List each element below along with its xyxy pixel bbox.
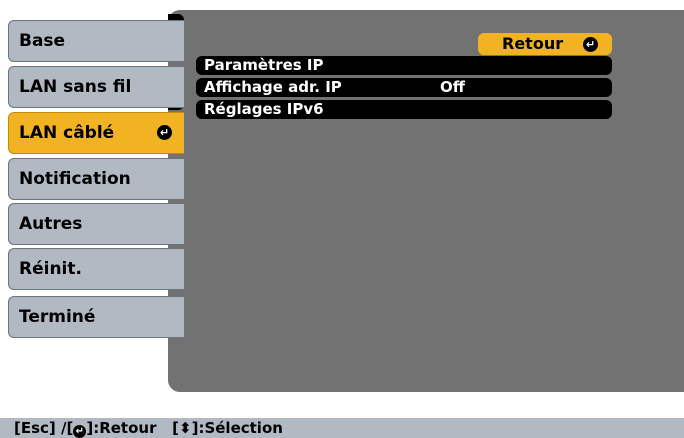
- menu-item-affichage-adr-ip[interactable]: Affichage adr. IP Off: [196, 78, 612, 97]
- tab-label: Notification: [19, 169, 131, 189]
- tab-label: Terminé: [19, 307, 96, 327]
- tab-termine[interactable]: Terminé: [8, 296, 184, 338]
- tab-reinit[interactable]: Réinit.: [8, 248, 184, 290]
- tab-label: Base: [19, 31, 66, 51]
- menu-item-reglages-ipv6[interactable]: Réglages IPv6: [196, 100, 612, 119]
- menu-item-label: Réglages IPv6: [204, 100, 324, 118]
- help-retour: ]:Retour: [86, 419, 157, 437]
- up-down-arrow-icon: ⬍: [179, 419, 192, 437]
- retour-label: Retour: [502, 34, 564, 53]
- help-esc: [Esc] /[: [14, 419, 74, 437]
- return-icon: ↵: [583, 37, 598, 52]
- tab-autres[interactable]: Autres: [8, 203, 184, 245]
- tab-lan-cable[interactable]: LAN câblé ↵: [8, 112, 184, 154]
- help-selection: ]:Sélection: [191, 419, 283, 437]
- tab-lan-sans-fil[interactable]: LAN sans fil: [8, 66, 184, 108]
- return-icon: ↵: [73, 425, 87, 438]
- help-sel-open: [: [172, 419, 180, 437]
- tab-notification[interactable]: Notification: [8, 158, 184, 200]
- menu-item-label: Paramètres IP: [204, 56, 324, 74]
- retour-button[interactable]: Retour ↵: [478, 33, 612, 55]
- return-icon: ↵: [157, 125, 172, 140]
- help-bar: [Esc] /[↵]:Retour [⬍]:Sélection: [0, 418, 684, 438]
- menu-item-value: Off: [440, 78, 465, 96]
- tab-label: Autres: [19, 214, 83, 234]
- menu-item-parametres-ip[interactable]: Paramètres IP: [196, 56, 612, 75]
- menu-item-label: Affichage adr. IP: [204, 78, 342, 96]
- tab-base[interactable]: Base: [8, 20, 184, 62]
- tab-label: LAN sans fil: [19, 77, 132, 97]
- tab-label: LAN câblé: [19, 123, 115, 143]
- tab-label: Réinit.: [19, 259, 82, 279]
